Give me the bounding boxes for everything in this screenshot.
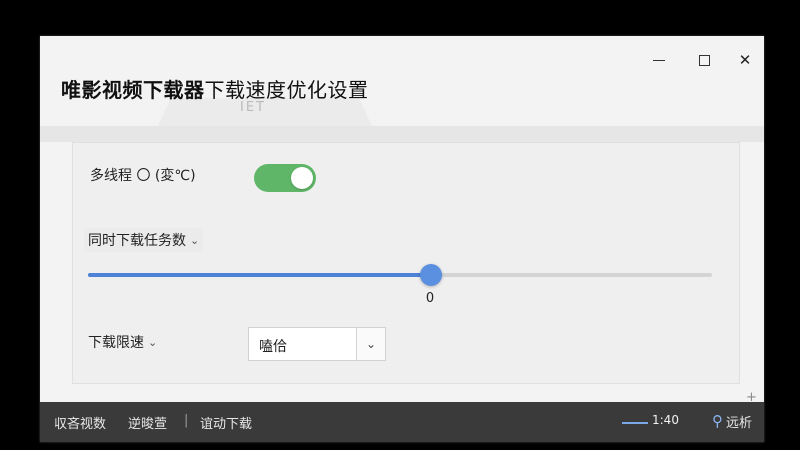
zoom-indicator-line — [622, 422, 648, 424]
multithread-label: 多线程 〇 (変℃) — [90, 168, 196, 184]
concurrent-tasks-dropdown[interactable]: 同时下载任务数 ⌄ — [84, 228, 204, 252]
search-label: 远析 — [726, 416, 753, 431]
select-chevron-icon[interactable]: ⌄ — [356, 328, 385, 360]
minimize-button[interactable] — [643, 48, 675, 72]
status-separator: | — [184, 413, 189, 428]
app-name: 唯影视频下载器 — [61, 78, 205, 102]
status-link-2[interactable]: 逆晙萱 — [128, 413, 167, 432]
chevron-down-icon: ⌄ — [190, 233, 200, 247]
page-title: 下载速度优化设置 — [204, 78, 369, 102]
slider-fill — [88, 273, 432, 277]
search-icon: ⚲ — [712, 412, 723, 430]
toggle-knob — [291, 167, 313, 189]
settings-window: IET 唯影视频下载器下载速度优化设置 ✕ 多线程 〇 (変℃) 同时下载任务数… — [40, 36, 764, 442]
speed-limit-value: 嗑佮 — [259, 339, 287, 355]
status-link-1[interactable]: 収吝视数 — [54, 413, 106, 432]
speed-limit-label: 下载限速 — [88, 335, 144, 351]
header-divider — [40, 126, 764, 142]
window-title: 唯影视频下载器下载速度优化设置 — [61, 74, 369, 103]
search-button[interactable]: ⚲ 远析 — [712, 412, 753, 432]
speed-limit-dropdown[interactable]: 下载限速 ⌄ — [84, 330, 161, 354]
minimize-icon — [653, 59, 665, 61]
chevron-down-icon: ⌄ — [148, 335, 158, 349]
maximize-button[interactable] — [688, 48, 720, 72]
close-icon: ✕ — [738, 51, 752, 69]
close-button[interactable]: ✕ — [729, 48, 761, 72]
multithread-toggle[interactable] — [254, 164, 316, 192]
slider-value: 0 — [425, 291, 435, 306]
title-bar: IET 唯影视频下载器下载速度优化设置 ✕ — [40, 36, 764, 126]
speed-limit-select[interactable]: 嗑佮 ⌄ — [248, 327, 386, 361]
zoom-level: 1:40 — [652, 413, 679, 427]
maximize-icon — [698, 54, 710, 66]
status-bar: 収吝视数 逆晙萱 | 谊动下载 1:40 ⚲ 远析 — [40, 402, 764, 442]
status-link-3[interactable]: 谊动下载 — [200, 413, 252, 432]
concurrent-tasks-label: 同时下载任务数 — [88, 233, 186, 249]
concurrent-tasks-slider[interactable] — [88, 264, 712, 286]
